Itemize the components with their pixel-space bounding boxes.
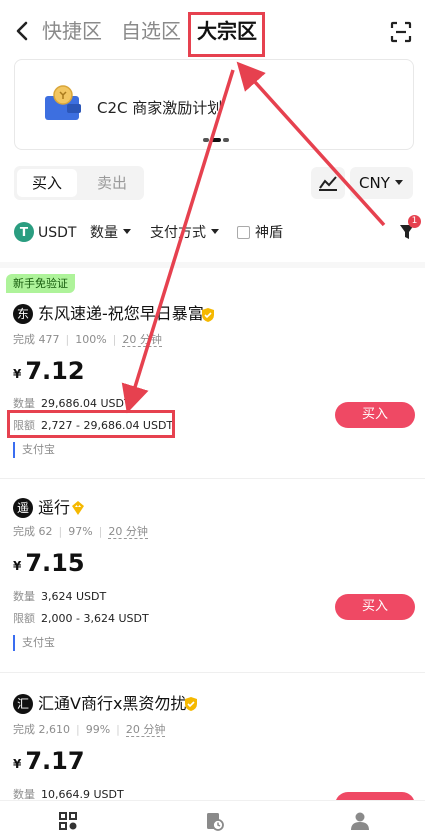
filter-bar: T USDT 数量 支付方式 神盾 [0,218,425,248]
merchant-card: 新手免验证 东 东风速递-祝您早日暴富 完成 477 | 100% | 20 分钟 ¥7… [0,274,425,474]
tab-favorites[interactable]: 自选区 [121,17,181,45]
price: ¥7.15 [13,548,85,581]
crown-badge-icon [72,501,84,515]
amount-filter-label: 数量 [90,225,118,241]
row-divider [0,478,425,479]
chevron-down-icon [211,229,219,234]
top-bar: 快捷区 自选区 大宗区 [0,0,425,62]
release-time: 20 分钟 [125,723,166,737]
release-time: 20 分钟 [122,333,162,347]
annotation-box-limit [7,410,175,438]
currency-select[interactable]: CNY [350,167,413,199]
tab-quick[interactable]: 快捷区 [42,17,102,45]
banner-title: C2C 商家激励计划 [97,99,223,117]
amount-filter[interactable]: 数量 [90,223,131,243]
shield-filter-label: 神盾 [255,225,283,241]
buy-button[interactable]: 买入 [335,594,415,620]
coin-filter[interactable]: USDT [38,223,76,243]
merchant-stats: 完成 477 | 100% | 20 分钟 [13,333,162,347]
row-divider [0,672,425,673]
completion-rate: 97% [68,525,93,538]
usdt-coin-icon: T [14,222,34,242]
currency-label: CNY [359,174,390,192]
chevron-down-icon [123,229,131,234]
newbie-badge: 新手免验证 [6,274,75,293]
release-time: 20 分钟 [108,525,148,539]
profile-nav-icon[interactable] [350,811,370,831]
buy-tab[interactable]: 买入 [17,169,77,197]
merchant-card: 汇 汇通V商行x黑资勿扰 完成 2,610 | 99% | 20 分钟 ¥7.17 数量… [0,685,425,818]
payment-method: 支付宝 [13,442,55,458]
banner-pager [203,138,229,142]
payment-filter-label: 支付方式 [150,225,206,241]
completion-rate: 99% [85,723,111,736]
completion-rate: 100% [75,333,107,346]
merchant-stats: 完成 62 | 97% | 20 分钟 [13,525,148,539]
quantity-label: 数量 [13,590,35,603]
currency-symbol: ¥ [13,757,22,771]
buy-sell-toggle: 买入 卖出 [14,166,144,200]
chart-icon [319,176,337,191]
merchant-card: 遥 遥行 完成 62 | 97% | 20 分钟 ¥7.15 数量 3,624 USDT … [0,490,425,690]
merchant-name[interactable]: 东风速递-祝您早日暴富 [38,303,204,325]
currency-symbol: ¥ [13,367,22,381]
quantity-value: 29,686.04 USDT [41,397,131,410]
orders-nav-icon[interactable] [204,811,224,831]
limit-label: 限额 [13,612,35,625]
verified-shield-icon [202,308,214,322]
merchant-avatar[interactable]: 汇 [13,694,33,714]
chevron-down-icon [394,179,403,185]
price: ¥7.12 [13,356,85,389]
price-value: 7.15 [25,549,85,577]
wallet-icon [45,85,81,120]
trade-nav-icon[interactable] [58,811,78,831]
quantity-row: 数量 3,624 USDT [13,589,106,605]
filter-count-badge: 1 [408,215,421,228]
back-arrow-icon[interactable] [12,18,34,44]
buy-button[interactable]: 买入 [335,402,415,428]
verified-shield-icon [185,697,197,711]
scan-icon[interactable] [389,20,413,44]
annotation-box-tab [188,12,265,57]
limit-value: 2,000 - 3,624 USDT [41,612,149,625]
currency-symbol: ¥ [13,559,22,573]
merchant-avatar[interactable]: 遥 [13,498,33,518]
merchant-name[interactable]: 汇通V商行x黑资勿扰 [38,693,186,715]
price-value: 7.12 [25,357,85,385]
shield-checkbox[interactable] [237,226,250,239]
merchant-avatar[interactable]: 东 [13,304,33,324]
bottom-nav [0,800,425,835]
limit-row: 限额 2,000 - 3,624 USDT [13,611,149,627]
promo-banner[interactable]: C2C 商家激励计划 [14,59,414,150]
payment-filter[interactable]: 支付方式 [150,223,219,243]
price: ¥7.17 [13,746,85,779]
merchant-stats: 完成 2,610 | 99% | 20 分钟 [13,723,166,737]
payment-method: 支付宝 [13,635,55,651]
section-divider [0,262,425,268]
chart-button[interactable] [311,167,345,199]
completed-count: 完成 2,610 [13,723,70,736]
price-value: 7.17 [25,747,85,775]
quantity-value: 3,624 USDT [41,590,107,603]
merchant-name[interactable]: 遥行 [38,497,70,519]
sell-tab[interactable]: 卖出 [82,169,142,197]
completed-count: 完成 477 [13,333,60,346]
quantity-label: 数量 [13,397,35,410]
completed-count: 完成 62 [13,525,53,538]
